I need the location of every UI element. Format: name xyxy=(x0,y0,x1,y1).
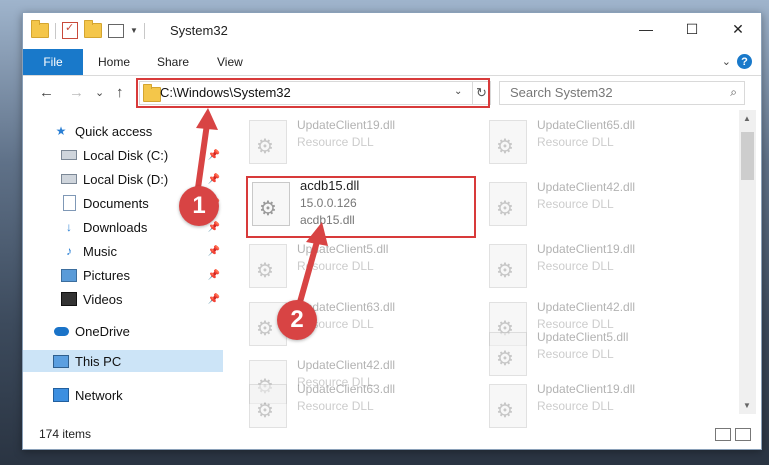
step-marker-2: 2 xyxy=(277,300,317,340)
arrow-2-line xyxy=(297,235,321,305)
arrow-2-head xyxy=(306,222,328,246)
arrow-1-line xyxy=(195,121,210,191)
arrow-1-head xyxy=(196,108,218,130)
step-marker-1: 1 xyxy=(179,186,219,226)
annotation-arrows xyxy=(195,108,328,305)
